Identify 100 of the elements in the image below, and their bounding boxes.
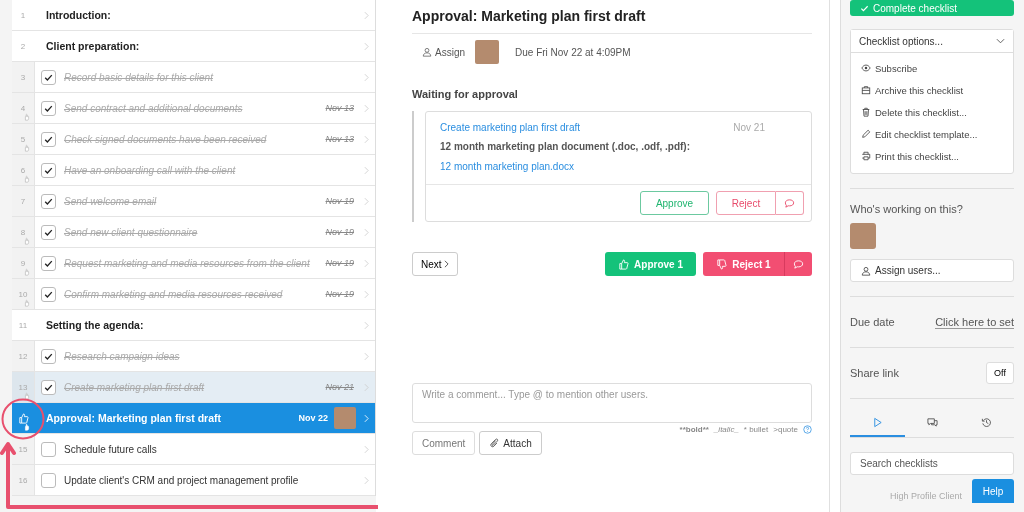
assign-users-button[interactable]: Assign users... — [850, 259, 1014, 282]
row-number: 5 — [20, 134, 26, 144]
search-field[interactable]: Search checklists — [850, 452, 1014, 475]
checkbox[interactable] — [41, 441, 56, 457]
checklist-row[interactable]: 5 Check signed documents have been received Nov 13 — [12, 124, 375, 155]
chevron-right-icon — [364, 196, 369, 206]
help-button[interactable]: Help — [972, 479, 1014, 503]
row-text: Check signed documents have been received — [64, 133, 268, 145]
checkbox[interactable] — [41, 131, 56, 147]
menu-item[interactable]: Edit checklist template... — [851, 123, 1013, 145]
checklist-row[interactable]: 8 Send new client questionnaire Nov 19 — [12, 217, 375, 248]
checklist-row[interactable]: Approval: Marketing plan first draft Nov 22 — [12, 403, 375, 434]
thumbs-up-icon — [618, 258, 630, 270]
trash-icon — [861, 107, 871, 117]
menu-item[interactable]: Print this checklist... — [851, 145, 1013, 167]
checklist-row[interactable]: 1 Introduction: — [12, 0, 375, 31]
checkbox[interactable] — [41, 162, 56, 178]
printer-icon — [861, 151, 871, 161]
attach-button[interactable]: Attach — [479, 431, 542, 455]
next-button[interactable]: Next — [412, 252, 458, 276]
row-number: 16 — [18, 475, 28, 485]
formatting-hint: **bold** — [679, 425, 709, 434]
assign-button[interactable]: Assign — [422, 46, 465, 58]
section-heading: Waiting for approval — [412, 88, 519, 100]
chevron-right-icon — [364, 351, 369, 361]
options-dropdown-button[interactable]: Checklist options... — [851, 30, 1013, 53]
chevron-right-icon — [443, 260, 449, 268]
thumbs-up-icon — [17, 412, 29, 424]
checkbox[interactable] — [41, 255, 56, 271]
checklist-row[interactable]: 11 Setting the agenda: — [12, 310, 375, 341]
menu-item[interactable]: Archive this checklist — [851, 79, 1013, 101]
checkbox[interactable] — [41, 69, 56, 85]
approve-button[interactable]: Approve — [640, 191, 709, 215]
checklist-row[interactable]: 4 Send contract and additional documents Nov 13 — [12, 93, 375, 124]
person-icon — [861, 265, 871, 276]
checklist-row[interactable]: 3 Record basic details for this client — [12, 62, 375, 93]
row-date: Nov 19 — [325, 227, 354, 237]
set-due-date-link[interactable]: Click here to set — [935, 315, 1014, 329]
row-text: Research campaign ideas — [64, 350, 181, 362]
chevron-down-icon — [996, 38, 1005, 44]
row-text: Client preparation: — [46, 40, 141, 52]
chevron-right-icon — [364, 475, 369, 485]
reject-button[interactable]: Reject — [716, 191, 776, 215]
checklist-row[interactable]: 16 Update client's CRM and project management profile — [12, 465, 375, 496]
share-toggle-button[interactable]: Off — [986, 362, 1014, 384]
comment-field[interactable]: Write a comment... Type @ to mention other users. — [412, 383, 812, 423]
row-number: 2 — [20, 41, 26, 51]
chevron-right-icon — [364, 10, 369, 20]
row-date: Nov 22 — [298, 413, 328, 423]
checkbox[interactable] — [41, 348, 56, 364]
row-text: Confirm marketing and media resources received — [64, 288, 284, 300]
comment-bubble-button[interactable] — [784, 252, 812, 276]
task-title: Approval: Marketing plan first draft — [412, 8, 812, 34]
history-icon — [981, 416, 993, 428]
complete-checklist-button[interactable]: Complete checklist — [850, 0, 1014, 16]
checklist-link[interactable]: High Profile Client — [890, 491, 963, 501]
formatting-hint: * bullet — [743, 425, 769, 434]
row-text: Send welcome email — [64, 195, 158, 207]
checkbox[interactable] — [41, 193, 56, 209]
checkbox[interactable] — [41, 100, 56, 116]
paperclip-icon — [489, 438, 500, 448]
play-icon — [871, 416, 883, 428]
checklist-row[interactable]: 10 Confirm marketing and media resources received Nov 19 — [12, 279, 375, 310]
checkbox[interactable] — [41, 224, 56, 240]
formatting-hint: _italic_ — [713, 425, 739, 434]
reject-all-button[interactable]: Reject 1 — [703, 252, 784, 276]
row-text: Approval: Marketing plan first draft — [46, 412, 223, 424]
chevron-right-icon — [364, 103, 369, 113]
chevron-right-icon — [364, 444, 369, 454]
row-number: 12 — [18, 351, 28, 361]
row-date: Nov 19 — [325, 289, 354, 299]
row-text: Introduction: — [46, 9, 112, 21]
speech-bubbles-icon — [926, 416, 938, 428]
menu-item[interactable]: Subscribe — [851, 57, 1013, 79]
row-text: Record basic details for this client — [64, 71, 215, 83]
row-number: 6 — [20, 165, 26, 175]
approve-all-button[interactable]: Approve 1 — [605, 252, 696, 276]
row-number: 15 — [18, 444, 28, 454]
checkbox[interactable] — [41, 472, 56, 488]
avatar-photo-placeholder — [475, 40, 499, 64]
row-text: Send new client questionnaire — [64, 226, 199, 238]
task-link[interactable]: Create marketing plan first draft — [440, 122, 581, 133]
chevron-right-icon — [364, 320, 369, 330]
checklist-row[interactable]: 2 Client preparation: — [12, 31, 375, 62]
checkbox[interactable] — [41, 379, 56, 395]
checklist-row[interactable]: 6 Have an onboarding call with the client — [12, 155, 375, 186]
menu-item[interactable]: Delete this checklist... — [851, 101, 1013, 123]
card-date: Nov 21 — [733, 122, 765, 133]
comment-button[interactable]: Comment — [412, 431, 476, 455]
row-date: Nov 21 — [325, 382, 354, 392]
chevron-right-icon — [364, 413, 369, 423]
row-number: 4 — [20, 103, 26, 113]
row-text: Schedule future calls — [64, 443, 158, 455]
row-text: Update client's CRM and project management profile — [64, 474, 300, 486]
row-date: Nov 13 — [325, 134, 354, 144]
row-number: 10 — [18, 289, 28, 299]
checklist-row[interactable]: 15 Schedule future calls — [12, 434, 375, 465]
file-link[interactable]: 12 month marketing plan.docx — [440, 161, 574, 172]
checkbox[interactable] — [41, 286, 56, 302]
chevron-right-icon — [364, 289, 369, 299]
